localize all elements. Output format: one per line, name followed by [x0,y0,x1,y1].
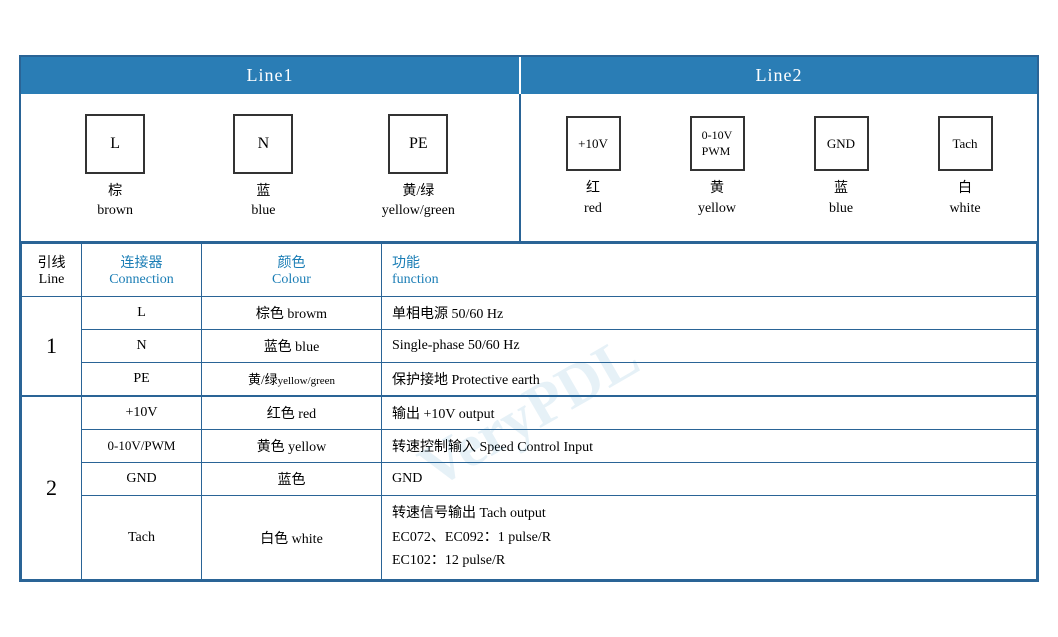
data-table: 引线Line 连接器Connection 颜色Colour 功能function [21,243,1037,580]
diagram-row: L 棕brown N 蓝blue PE 黄/绿yellow/green +10V… [21,94,1037,243]
diagram-line2: +10V 红red 0-10VPWM 黄yellow GND 蓝blue Tac… [521,94,1037,241]
connector-N: N 蓝blue [233,114,293,221]
func-10V: 输出 +10V output [382,396,1037,430]
table-row: GND 蓝色 GND [22,462,1037,495]
connector-PWM: 0-10VPWM 黄yellow [690,116,745,218]
connector-Tach: Tach 白white [938,116,993,218]
color-L: 棕色 browm [202,296,382,329]
connector-label-L: 棕brown [97,182,133,221]
color-10V: 红色 red [202,396,382,430]
connector-box-10V: +10V [566,116,621,171]
conn-N: N [82,329,202,362]
table-body: 1 L 棕色 browm 单相电源 50/60 Hz N 蓝色 blue Sin… [22,296,1037,579]
connector-10V: +10V 红red [566,116,621,218]
line-num-1: 1 [22,296,82,396]
connector-label-Tach: 白white [949,179,980,218]
connector-PE: PE 黄/绿yellow/green [382,114,455,221]
conn-PWM: 0-10V/PWM [82,429,202,462]
connector-box-PWM: 0-10VPWM [690,116,745,171]
conn-PE: PE [82,362,202,396]
table-row: 0-10V/PWM 黄色 yellow 转速控制输入 Speed Control… [22,429,1037,462]
conn-GND: GND [82,462,202,495]
color-Tach: 白色 white [202,495,382,579]
conn-10V: +10V [82,396,202,430]
connector-box-GND: GND [814,116,869,171]
diagram-line1: L 棕brown N 蓝blue PE 黄/绿yellow/green [21,94,521,241]
color-PE: 黄/绿yellow/green [202,362,382,396]
connector-label-PE: 黄/绿yellow/green [382,182,455,221]
func-GND: GND [382,462,1037,495]
connector-box-L: L [85,114,145,174]
header-row: Line1 Line2 [21,57,1037,94]
th-line: 引线Line [22,243,82,296]
main-container: Line1 Line2 L 棕brown N 蓝blue PE 黄/绿yello… [19,55,1039,583]
line-num-2: 2 [22,396,82,580]
table-row: Tach 白色 white 转速信号输出 Tach output EC072、E… [22,495,1037,579]
header-line1: Line1 [21,57,521,94]
func-PE: 保护接地 Protective earth [382,362,1037,396]
conn-L: L [82,296,202,329]
th-connection: 连接器Connection [82,243,202,296]
connector-label-GND: 蓝blue [829,179,853,218]
connector-box-PE: PE [388,114,448,174]
table-header-row: 引线Line 连接器Connection 颜色Colour 功能function [22,243,1037,296]
header-line2: Line2 [521,57,1037,94]
func-L: 单相电源 50/60 Hz [382,296,1037,329]
connector-L: L 棕brown [85,114,145,221]
connector-label-PWM: 黄yellow [698,179,736,218]
connector-box-N: N [233,114,293,174]
table-row: 2 +10V 红色 red 输出 +10V output [22,396,1037,430]
func-N: Single-phase 50/60 Hz [382,329,1037,362]
table-row: N 蓝色 blue Single-phase 50/60 Hz [22,329,1037,362]
color-N: 蓝色 blue [202,329,382,362]
conn-Tach: Tach [82,495,202,579]
connector-GND: GND 蓝blue [814,116,869,218]
connector-box-Tach: Tach [938,116,993,171]
th-function: 功能function [382,243,1037,296]
table-section: VeryPDL 引线Line 连接器Connection 颜色Colour 功能… [21,243,1037,580]
connector-label-N: 蓝blue [251,182,275,221]
color-PWM: 黄色 yellow [202,429,382,462]
func-PWM: 转速控制输入 Speed Control Input [382,429,1037,462]
func-Tach: 转速信号输出 Tach output EC072、EC092：1 pulse/R… [382,495,1037,579]
connector-label-10V: 红red [584,179,602,218]
table-row: 1 L 棕色 browm 单相电源 50/60 Hz [22,296,1037,329]
table-row: PE 黄/绿yellow/green 保护接地 Protective earth [22,362,1037,396]
th-colour: 颜色Colour [202,243,382,296]
color-GND: 蓝色 [202,462,382,495]
